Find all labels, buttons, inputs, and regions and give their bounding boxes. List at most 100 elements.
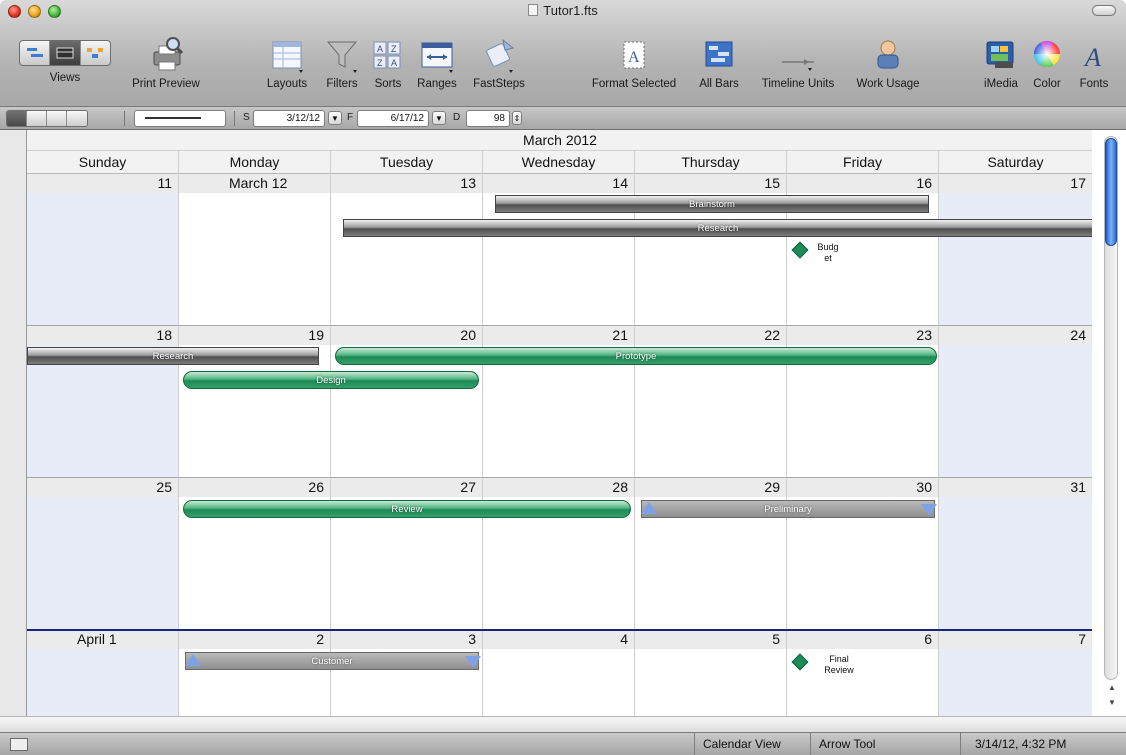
window-title: Tutor1.fts [0, 3, 1126, 18]
sorts-label: Sorts [374, 78, 402, 90]
day-number: 22 [635, 326, 786, 345]
filter-icon [326, 41, 358, 73]
sorts-button[interactable]: A Z Z A Sorts [368, 34, 408, 90]
toolbar: Tutor1.fts Views Print Preview Layouts F… [0, 0, 1126, 107]
faststeps-icon [486, 38, 515, 73]
ranges-button[interactable]: Ranges [412, 34, 462, 90]
milestone-label: Budg et [817, 242, 839, 263]
layouts-button[interactable]: Layouts [258, 34, 316, 90]
calendar-view-icon[interactable] [50, 41, 81, 65]
day-cell[interactable]: 5 [635, 630, 787, 716]
current-week-divider [27, 629, 1092, 631]
task-bar-review[interactable]: Review [183, 500, 631, 518]
task-bar-research[interactable]: Research [343, 219, 1092, 237]
app-window: Tutor1.fts Views Print Preview Layouts F… [0, 0, 1126, 755]
svg-text:Z: Z [377, 58, 383, 68]
all-bars-button[interactable]: All Bars [692, 34, 746, 90]
task-bar-prototype[interactable]: Prototype [335, 347, 937, 365]
svg-text:A: A [1083, 43, 1101, 72]
task-bar-design[interactable]: Design [183, 371, 479, 389]
task-bar-customer[interactable]: Customer [185, 652, 479, 670]
svg-text:A: A [628, 49, 640, 66]
format-selected-label: Format Selected [591, 78, 677, 90]
day-number: 6 [787, 630, 938, 649]
pencil-tool-icon[interactable] [27, 111, 47, 126]
fonts-label: Fonts [1079, 78, 1109, 90]
finish-date-field[interactable]: 6/17/12 [357, 110, 429, 127]
scrollbar-thumb[interactable] [1105, 138, 1117, 246]
views-button[interactable]: Views [14, 40, 116, 84]
timeline-units-icon [782, 59, 814, 71]
day-cell[interactable]: 25 [27, 478, 179, 630]
toolbar-toggle-button[interactable] [1092, 5, 1116, 16]
link-tool-icon[interactable] [47, 111, 67, 126]
line-style-segmented-control[interactable] [6, 110, 88, 127]
arrow-tool-icon[interactable] [7, 111, 27, 126]
layouts-label: Layouts [266, 78, 308, 90]
day-number: 15 [635, 174, 786, 193]
scroll-down-arrow-icon[interactable]: ▼ [1106, 697, 1118, 709]
gantt-view-icon[interactable] [20, 41, 51, 65]
day-cell[interactable]: March 12 [179, 174, 331, 326]
day-number: 4 [483, 630, 634, 649]
calendar-grid: March 2012 Sunday Monday Tuesday Wednesd… [26, 130, 1092, 716]
day-number: April 1 [27, 630, 178, 649]
day-cell[interactable]: 11 [27, 174, 179, 326]
imedia-icon [986, 41, 1014, 68]
day-number: 28 [483, 478, 634, 497]
timeline-units-button[interactable]: Timeline Units [750, 34, 846, 90]
day-cell[interactable]: 17 [939, 174, 1092, 326]
print-preview-button[interactable]: Print Preview [120, 34, 212, 90]
day-cell[interactable]: 2 [179, 630, 331, 716]
fonts-button[interactable]: A Fonts [1072, 34, 1116, 90]
filters-button[interactable]: Filters [318, 34, 366, 90]
day-cell[interactable]: 24 [939, 326, 1092, 478]
day-cell[interactable]: 31 [939, 478, 1092, 630]
day-cell[interactable]: 3 [331, 630, 483, 716]
filters-label: Filters [326, 78, 358, 90]
print-preview-label: Print Preview [132, 78, 200, 90]
all-bars-icon [705, 41, 733, 67]
task-bar-brainstorm[interactable]: Brainstorm [495, 195, 929, 213]
start-date-field[interactable]: 3/12/12 [253, 110, 325, 127]
imedia-label: iMedia [984, 78, 1018, 90]
divider [124, 111, 125, 126]
weekday-header: Monday [179, 151, 331, 174]
work-usage-label: Work Usage [856, 78, 920, 90]
scroll-up-arrow-icon[interactable]: ▲ [1106, 682, 1118, 694]
task-bar-preliminary[interactable]: Preliminary [641, 500, 935, 518]
print-preview-icon [153, 37, 184, 71]
status-datetime: 3/14/12, 4:32 PM [960, 733, 1126, 755]
color-button[interactable]: Color [1026, 34, 1068, 90]
task-bar-research[interactable]: Research [27, 347, 319, 365]
start-date-dropdown-icon[interactable]: ▼ [328, 111, 342, 125]
weekday-header: Tuesday [331, 151, 483, 174]
duration-field[interactable]: 98 [466, 110, 510, 127]
day-number: 3 [331, 630, 482, 649]
weekday-header: Friday [787, 151, 939, 174]
work-usage-button[interactable]: Work Usage [848, 34, 928, 90]
horizontal-scrollbar[interactable] [0, 716, 1126, 732]
faststeps-button[interactable]: FastSteps [466, 34, 532, 90]
day-number: 16 [787, 174, 938, 193]
day-number: 27 [331, 478, 482, 497]
imedia-button[interactable]: iMedia [976, 34, 1026, 90]
percent-tool-icon[interactable] [67, 111, 87, 126]
day-cell[interactable]: April 1 [27, 630, 179, 716]
network-view-icon[interactable] [81, 41, 110, 65]
day-cell[interactable]: 7 [939, 630, 1092, 716]
duration-stepper[interactable]: ⇕ [512, 111, 522, 125]
day-number: 13 [331, 174, 482, 193]
finish-date-dropdown-icon[interactable]: ▼ [432, 111, 446, 125]
day-cell[interactable]: 6 [787, 630, 939, 716]
day-number: 20 [331, 326, 482, 345]
weekday-header: Wednesday [483, 151, 635, 174]
sidebar-toggle-icon[interactable] [10, 738, 28, 751]
day-cell[interactable]: 13 [331, 174, 483, 326]
day-cell[interactable]: 4 [483, 630, 635, 716]
views-segmented-control[interactable] [19, 40, 111, 66]
weekday-header: Saturday [939, 151, 1092, 174]
format-selected-button[interactable]: A Format Selected [582, 34, 686, 90]
line-style-popup[interactable] [134, 110, 226, 127]
day-number: 2 [179, 630, 330, 649]
